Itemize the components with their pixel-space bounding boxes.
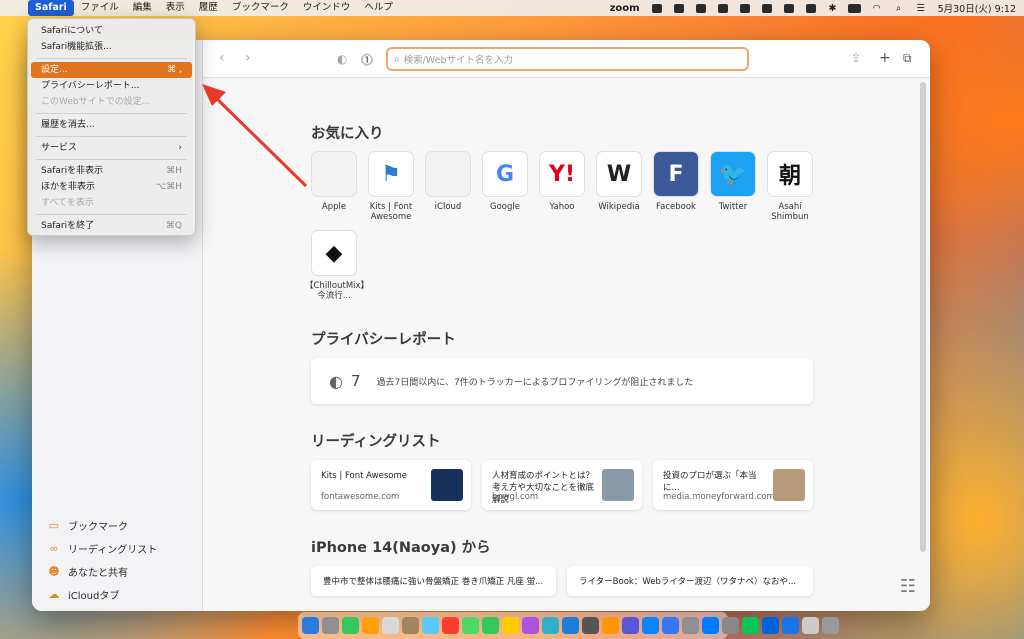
- annotation-arrow: [202, 84, 308, 188]
- dock-app-icon[interactable]: [722, 617, 739, 634]
- dock-app-icon[interactable]: [802, 617, 819, 634]
- dock-app-icon[interactable]: [562, 617, 579, 634]
- dock-app-icon[interactable]: [602, 617, 619, 634]
- dock-app-icon[interactable]: [542, 617, 559, 634]
- dock-app-icon[interactable]: [682, 617, 699, 634]
- dock-app-icon[interactable]: [322, 617, 339, 634]
- dock-app-icon[interactable]: [302, 617, 319, 634]
- dock-app-icon[interactable]: [502, 617, 519, 634]
- dock-app-icon[interactable]: [662, 617, 679, 634]
- dock-app-icon[interactable]: [362, 617, 379, 634]
- dock-app-icon[interactable]: [422, 617, 439, 634]
- dock-app-icon[interactable]: [622, 617, 639, 634]
- dock-app-icon[interactable]: [522, 617, 539, 634]
- dock-app-icon[interactable]: [702, 617, 719, 634]
- dock-app-icon[interactable]: [462, 617, 479, 634]
- dock-app-icon[interactable]: [342, 617, 359, 634]
- dock-app-icon[interactable]: [822, 617, 839, 634]
- dock-app-icon[interactable]: [762, 617, 779, 634]
- dock-app-icon[interactable]: [642, 617, 659, 634]
- dock-app-icon[interactable]: [582, 617, 599, 634]
- dock-app-icon[interactable]: [742, 617, 759, 634]
- dock-app-icon[interactable]: [482, 617, 499, 634]
- dock-app-icon[interactable]: [402, 617, 419, 634]
- arrow-shaft: [212, 94, 308, 188]
- dock-app-icon[interactable]: [442, 617, 459, 634]
- dock-app-icon[interactable]: [782, 617, 799, 634]
- dock-app-icon[interactable]: [382, 617, 399, 634]
- dock: [298, 612, 839, 639]
